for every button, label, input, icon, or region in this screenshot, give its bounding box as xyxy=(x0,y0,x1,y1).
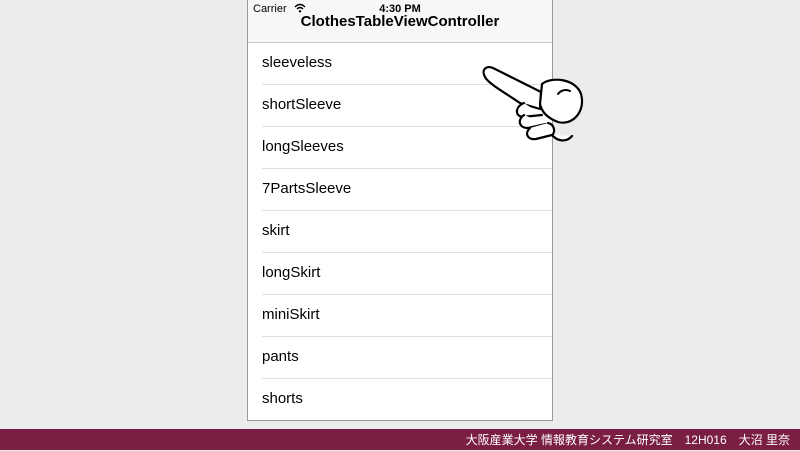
row-label: longSkirt xyxy=(262,264,321,281)
row-label: pants xyxy=(262,348,299,365)
table-row[interactable]: 7PartsSleeve xyxy=(248,169,552,211)
row-separator xyxy=(262,420,552,421)
table-row[interactable]: miniSkirt xyxy=(248,295,552,337)
row-label: 7PartsSleeve xyxy=(262,180,352,197)
pointing-hand-icon xyxy=(482,66,584,142)
row-label: sleeveless xyxy=(262,54,333,71)
navigation-bar: Carrier 4:30 PM ClothesTableViewControll… xyxy=(248,0,552,43)
footer-bar: 大阪産業大学 情報教育システム研究室 12H016 大沼 里奈 xyxy=(0,429,800,450)
table-row[interactable]: shorts xyxy=(248,379,552,421)
row-label: miniSkirt xyxy=(262,306,320,323)
row-label: shorts xyxy=(262,390,303,407)
table-row[interactable]: longSkirt xyxy=(248,253,552,295)
table-row[interactable]: skirt xyxy=(248,211,552,253)
footer-credit: 大阪産業大学 情報教育システム研究室 12H016 大沼 里奈 xyxy=(465,433,790,447)
table-row[interactable]: pants xyxy=(248,337,552,379)
nav-title: ClothesTableViewController xyxy=(300,13,500,30)
row-label: shortSleeve xyxy=(262,96,342,113)
row-label: longSleeves xyxy=(262,138,344,155)
row-label: skirt xyxy=(262,222,290,239)
